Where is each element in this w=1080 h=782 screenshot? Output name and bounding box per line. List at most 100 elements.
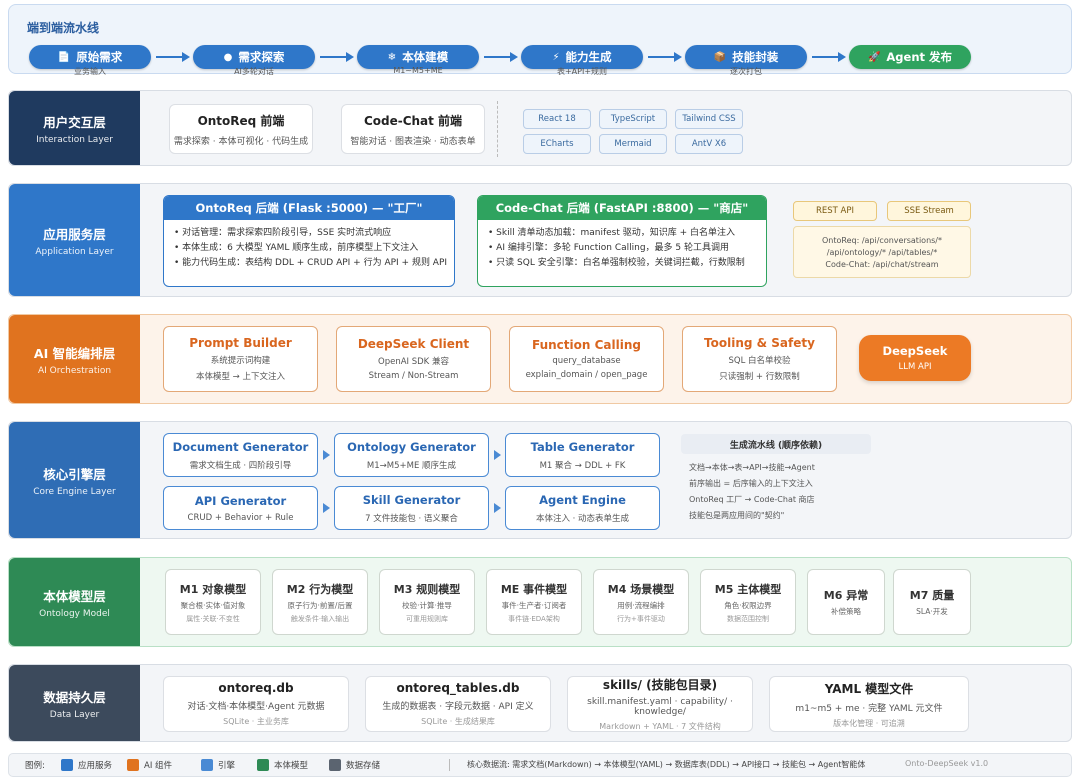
tech-tag: TypeScript bbox=[599, 109, 667, 129]
card-title: YAML 模型文件 bbox=[824, 681, 914, 696]
ontoreq-db-card[interactable]: ontoreq.db 对话·文档·本体模型·Agent 元数据 SQLite ·… bbox=[163, 676, 349, 732]
model-desc: 原子行为·前置/后置 bbox=[287, 600, 353, 610]
model-desc: 用例·流程编排 bbox=[617, 600, 665, 610]
card-title: skills/ (技能包目录) bbox=[602, 678, 718, 692]
deepseek-llm-badge[interactable]: DeepSeek LLM API bbox=[859, 335, 971, 381]
card-subtitle: skill.manifest.yaml · capability/ · know… bbox=[587, 697, 733, 717]
arrow-right-icon bbox=[320, 52, 354, 62]
model-card-me[interactable]: ME 事件模型 事件·生产者·订阅者 事件链·EDA架构 bbox=[486, 569, 582, 635]
application-layer-label: 应用服务层 Application Layer bbox=[9, 184, 140, 296]
document-generator-card[interactable]: Document Generator 需求文档生成 · 四阶段引导 bbox=[163, 433, 318, 477]
data-layer-label: 数据持久层 Data Layer bbox=[9, 665, 140, 741]
model-desc-secondary: 数据范围控制 bbox=[727, 614, 769, 623]
model-card-m7[interactable]: M7 质量 SLA·开发 bbox=[893, 569, 971, 635]
tech-tag: React 18 bbox=[523, 109, 591, 129]
data-layer: 数据持久层 Data Layer ontoreq.db 对话·文档·本体模型·A… bbox=[8, 664, 1072, 742]
model-card-m1[interactable]: M1 对象模型 聚合根·实体·值对象 属性·关联·不变性 bbox=[165, 569, 261, 635]
list-item: • 能力代码生成：表结构 DDL + CRUD API + 行为 API + 规… bbox=[174, 258, 448, 268]
api-generator-card[interactable]: API Generator CRUD + Behavior + Rule bbox=[163, 486, 318, 530]
flow-line: 前序输出 = 后序输入的上下文注入 bbox=[689, 479, 813, 488]
legend-item-label: 数据存储 bbox=[346, 761, 381, 771]
model-title: M4 场景模型 bbox=[607, 582, 675, 596]
legend-item-label: 引擎 bbox=[218, 761, 236, 771]
model-card-m5[interactable]: M5 主体模型 角色·权限边界 数据范围控制 bbox=[700, 569, 796, 635]
function-calling-card[interactable]: Function Calling query_database explain_… bbox=[509, 326, 664, 392]
pipeline-step-sub: 表+API+规则 bbox=[556, 67, 608, 76]
pipeline-step-sub: AI多轮对话 bbox=[234, 67, 274, 76]
yaml-model-files-card[interactable]: YAML 模型文件 m1~m5 + me · 完整 YAML 元文件 版本化管理… bbox=[769, 676, 969, 732]
card-subtitle: 本体注入 · 动态表单生成 bbox=[535, 513, 630, 524]
ontoreq-backend-list: • 对话管理：需求探索四阶段引导，SSE 实时流式响应 • 本体生成：6 大模型… bbox=[164, 220, 454, 277]
model-title: ME 事件模型 bbox=[500, 582, 568, 596]
tooling-safety-card[interactable]: Tooling & Safety SQL 白名单校验 只读强制 + 行数限制 bbox=[682, 326, 837, 392]
legend-item-label: AI 组件 bbox=[144, 761, 173, 771]
application-layer: 应用服务层 Application Layer OntoReq 后端 (Flas… bbox=[8, 183, 1072, 297]
table-generator-card[interactable]: Table Generator M1 聚合 → DDL + FK bbox=[505, 433, 660, 477]
model-card-m4[interactable]: M4 场景模型 用例·流程编排 行为+事件驱动 bbox=[593, 569, 689, 635]
ontology-generator-card[interactable]: Ontology Generator M1→M5+ME 顺序生成 bbox=[334, 433, 489, 477]
card-line: OpenAI SDK 兼容 bbox=[378, 357, 449, 367]
pipeline-step-label: 需求探索 bbox=[238, 50, 285, 64]
ontoreq-frontend-card[interactable]: OntoReq 前端 需求探索 · 本体可视化 · 代码生成 bbox=[169, 104, 313, 154]
list-item: • 只读 SQL 安全引擎：白名单强制校验，关键词拦截，行数限制 bbox=[488, 258, 745, 268]
pipeline-step-label: Agent 发布 bbox=[886, 50, 953, 64]
endpoint-text: /api/ontology/* /api/tables/* bbox=[826, 247, 938, 257]
ontoreq-tables-db-card[interactable]: ontoreq_tables.db 生成的数据表 · 字段元数据 · API 定… bbox=[365, 676, 551, 732]
ontology-layer-label: 本体模型层 Ontology Model bbox=[9, 558, 140, 646]
lightning-icon: ⚡ bbox=[552, 51, 560, 63]
card-title: ontoreq.db bbox=[218, 681, 294, 695]
ontoreq-backend-box[interactable]: OntoReq 后端 (Flask :5000) — "工厂" • 对话管理：需… bbox=[163, 195, 455, 287]
codechat-backend-box[interactable]: Code-Chat 后端 (FastAPI :8800) — "商店" • Sk… bbox=[477, 195, 767, 287]
generation-flow-box: 生成流水线 (顺序依赖) 文档→本体→表→API→技能→Agent 前序输出 =… bbox=[681, 434, 871, 530]
card-note: SQLite · 主业务库 bbox=[223, 717, 289, 726]
legend-label-text: 图例: bbox=[25, 761, 45, 771]
card-line: 系统提示词构建 bbox=[210, 356, 271, 366]
model-desc: 聚合根·实体·值对象 bbox=[180, 600, 246, 610]
layer-title: 核心引擎层 bbox=[43, 466, 106, 482]
rest-api-tag: REST API bbox=[793, 201, 877, 221]
layer-title: 用户交互层 bbox=[43, 114, 106, 130]
arrow-right-icon bbox=[484, 52, 518, 62]
tech-tag: Tailwind CSS bbox=[675, 109, 743, 129]
model-card-m3[interactable]: M3 规则模型 校验·计算·推导 可重用规则库 bbox=[379, 569, 475, 635]
card-title: Code-Chat 前端 bbox=[363, 113, 463, 128]
card-subtitle: M1→M5+ME 顺序生成 bbox=[366, 460, 457, 471]
model-title: M3 规则模型 bbox=[393, 582, 461, 596]
model-desc: 角色·权限边界 bbox=[724, 600, 772, 610]
tech-tag: AntV X6 bbox=[675, 134, 743, 154]
legend-item-storage: 数据存储 bbox=[329, 759, 380, 771]
flow-line: 文档→本体→表→API→技能→Agent bbox=[689, 463, 815, 472]
list-item: • 对话管理：需求探索四阶段引导，SSE 实时流式响应 bbox=[174, 228, 392, 238]
card-line: 只读强制 + 行数限制 bbox=[719, 372, 800, 382]
skills-dir-card[interactable]: skills/ (技能包目录) skill.manifest.yaml · ca… bbox=[567, 676, 753, 732]
flow-lines: 文档→本体→表→API→技能→Agent 前序输出 = 后序输入的上下文注入 O… bbox=[681, 454, 871, 530]
legend-item-label: 本体模型 bbox=[274, 761, 309, 771]
pipeline-step-label: 原始需求 bbox=[76, 50, 123, 64]
legend-swatch bbox=[201, 759, 213, 771]
agent-engine-card[interactable]: Agent Engine 本体注入 · 动态表单生成 bbox=[505, 486, 660, 530]
model-card-m6[interactable]: M6 异常 补偿策略 bbox=[807, 569, 885, 635]
codechat-frontend-card[interactable]: Code-Chat 前端 智能对话 · 图表渲染 · 动态表单 bbox=[341, 104, 485, 154]
card-subtitle: M1 聚合 → DDL + FK bbox=[539, 460, 626, 471]
model-card-m2[interactable]: M2 行为模型 原子行为·前置/后置 触发条件·输入输出 bbox=[272, 569, 368, 635]
card-title: Agent Engine bbox=[539, 492, 626, 507]
card-title: API Generator bbox=[194, 493, 287, 508]
legend-item-engine: 引擎 bbox=[201, 759, 235, 771]
deepseek-client-card[interactable]: DeepSeek Client OpenAI SDK 兼容 Stream / N… bbox=[336, 326, 491, 392]
arrow-right-icon bbox=[494, 503, 501, 513]
layer-title: 数据持久层 bbox=[43, 689, 106, 705]
skill-generator-card[interactable]: Skill Generator 7 文件技能包 · 语义聚合 bbox=[334, 486, 489, 530]
legend: 图例: 应用服务 AI 组件 引擎 本体模型 数据存储 核心数据流: 需求文档(… bbox=[8, 753, 1072, 777]
card-subtitle: 需求探索 · 本体可视化 · 代码生成 bbox=[173, 136, 309, 147]
layer-subtitle: Interaction Layer bbox=[36, 134, 113, 145]
pipeline-step-agent[interactable]: 🚀 Agent 发布 bbox=[849, 45, 971, 69]
card-line: Stream / Non-Stream bbox=[368, 371, 459, 381]
legend-divider bbox=[449, 759, 450, 771]
card-note: 版本化管理 · 可追溯 bbox=[833, 718, 905, 728]
divider bbox=[497, 101, 498, 157]
legend-item-label: 应用服务 bbox=[78, 761, 113, 771]
sse-stream-tag: SSE Stream bbox=[887, 201, 971, 221]
card-subtitle: 对话·文档·本体模型·Agent 元数据 bbox=[187, 702, 325, 712]
codechat-backend-list: • Skill 清单动态加载：manifest 驱动，知识库 + 白名单注入 •… bbox=[478, 220, 766, 277]
prompt-builder-card[interactable]: Prompt Builder 系统提示词构建 本体模型 → 上下文注入 bbox=[163, 326, 318, 392]
